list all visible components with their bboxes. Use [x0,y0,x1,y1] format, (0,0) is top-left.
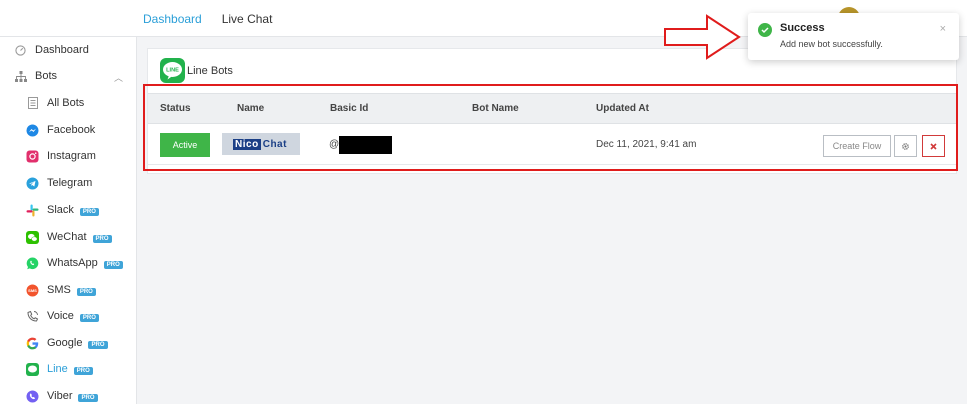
chevron-up-icon: ︿ [113,73,123,83]
sidebar-item-all-bots[interactable]: All Bots [0,91,137,115]
annotation-arrow-icon [664,14,741,60]
toast-close-icon[interactable]: × [940,23,946,35]
card-title-text: Line Bots [187,64,233,77]
pro-badge: PRO [88,341,108,349]
slack-icon [26,204,39,217]
sidebar-item-bots[interactable]: Bots ︿ [0,64,137,88]
dashboard-icon [14,44,27,57]
sidebar-item-label: Line [47,363,68,375]
sidebar-item-label: Google [47,337,83,349]
pro-badge: PRO [76,288,96,296]
sidebar-item-label: WeChat [47,231,87,243]
pro-badge: PRO [78,394,98,402]
sidebar-item-voice[interactable]: Voice PRO [0,304,137,328]
sidebar-item-label: All Bots [47,97,85,109]
pro-badge: PRO [73,367,93,375]
sidebar-item-instagram[interactable]: Instagram [0,144,137,168]
sidebar-item-label: Dashboard [35,44,89,56]
sidebar-item-label: Facebook [47,124,96,136]
line-logo-icon: LINE [160,58,185,83]
pro-badge: PRO [103,261,123,269]
line-icon [26,362,39,376]
top-nav: Dashboard Live Chat [143,0,272,37]
sidebar-item-slack[interactable]: Slack PRO [0,198,137,222]
sms-icon: SMS [26,284,39,297]
success-toast: Success Add new bot successfully. × [748,13,959,60]
toast-title: Success [780,22,825,34]
check-circle-icon [758,23,772,37]
sidebar-item-label: Viber [47,390,73,402]
sidebar-item-label: Bots [35,70,58,82]
sidebar-item-label: SMS [47,284,71,296]
sidebar-item-sms[interactable]: SMS SMS PRO [0,278,137,302]
instagram-icon [26,150,39,163]
sidebar-item-line[interactable]: Line PRO [0,357,137,381]
sidebar-item-telegram[interactable]: Telegram [0,171,137,195]
google-icon [26,337,39,350]
pro-badge: PRO [92,235,112,243]
sidebar-item-label: Instagram [47,150,96,162]
telegram-icon [26,177,39,190]
sidebar-item-wechat[interactable]: WeChat PRO [0,225,137,249]
voice-icon [26,310,39,323]
sidebar-item-viber[interactable]: Viber PRO [0,384,137,404]
pro-badge: PRO [79,208,99,216]
whatsapp-icon [26,257,39,270]
annotation-highlight-box [143,84,958,171]
toast-message: Add new bot successfully. [780,39,883,49]
sidebar-item-label: WhatsApp [47,257,98,269]
sidebar-item-label: Telegram [47,177,93,189]
sitemap-icon [14,70,27,83]
list-icon [26,97,39,110]
sidebar-item-facebook[interactable]: Facebook [0,118,137,142]
svg-text:SMS: SMS [28,288,37,293]
sidebar-item-google[interactable]: Google PRO [0,331,137,355]
sidebar-item-label: Voice [47,310,74,322]
card-title: LINE Line Bots [160,58,233,83]
sidebar-item-label: Slack [47,204,74,216]
nav-live-chat[interactable]: Live Chat [222,12,273,26]
nav-dashboard[interactable]: Dashboard [143,12,202,26]
viber-icon [26,390,39,403]
sidebar-item-dashboard[interactable]: Dashboard [0,38,137,62]
sidebar: Dashboard Bots ︿ All Bots Facebook Insta… [0,37,137,404]
svg-text:LINE: LINE [166,68,179,74]
pro-badge: PRO [79,314,99,322]
messenger-icon [26,124,39,137]
wechat-icon [26,230,39,244]
sidebar-item-whatsapp[interactable]: WhatsApp PRO [0,251,137,275]
